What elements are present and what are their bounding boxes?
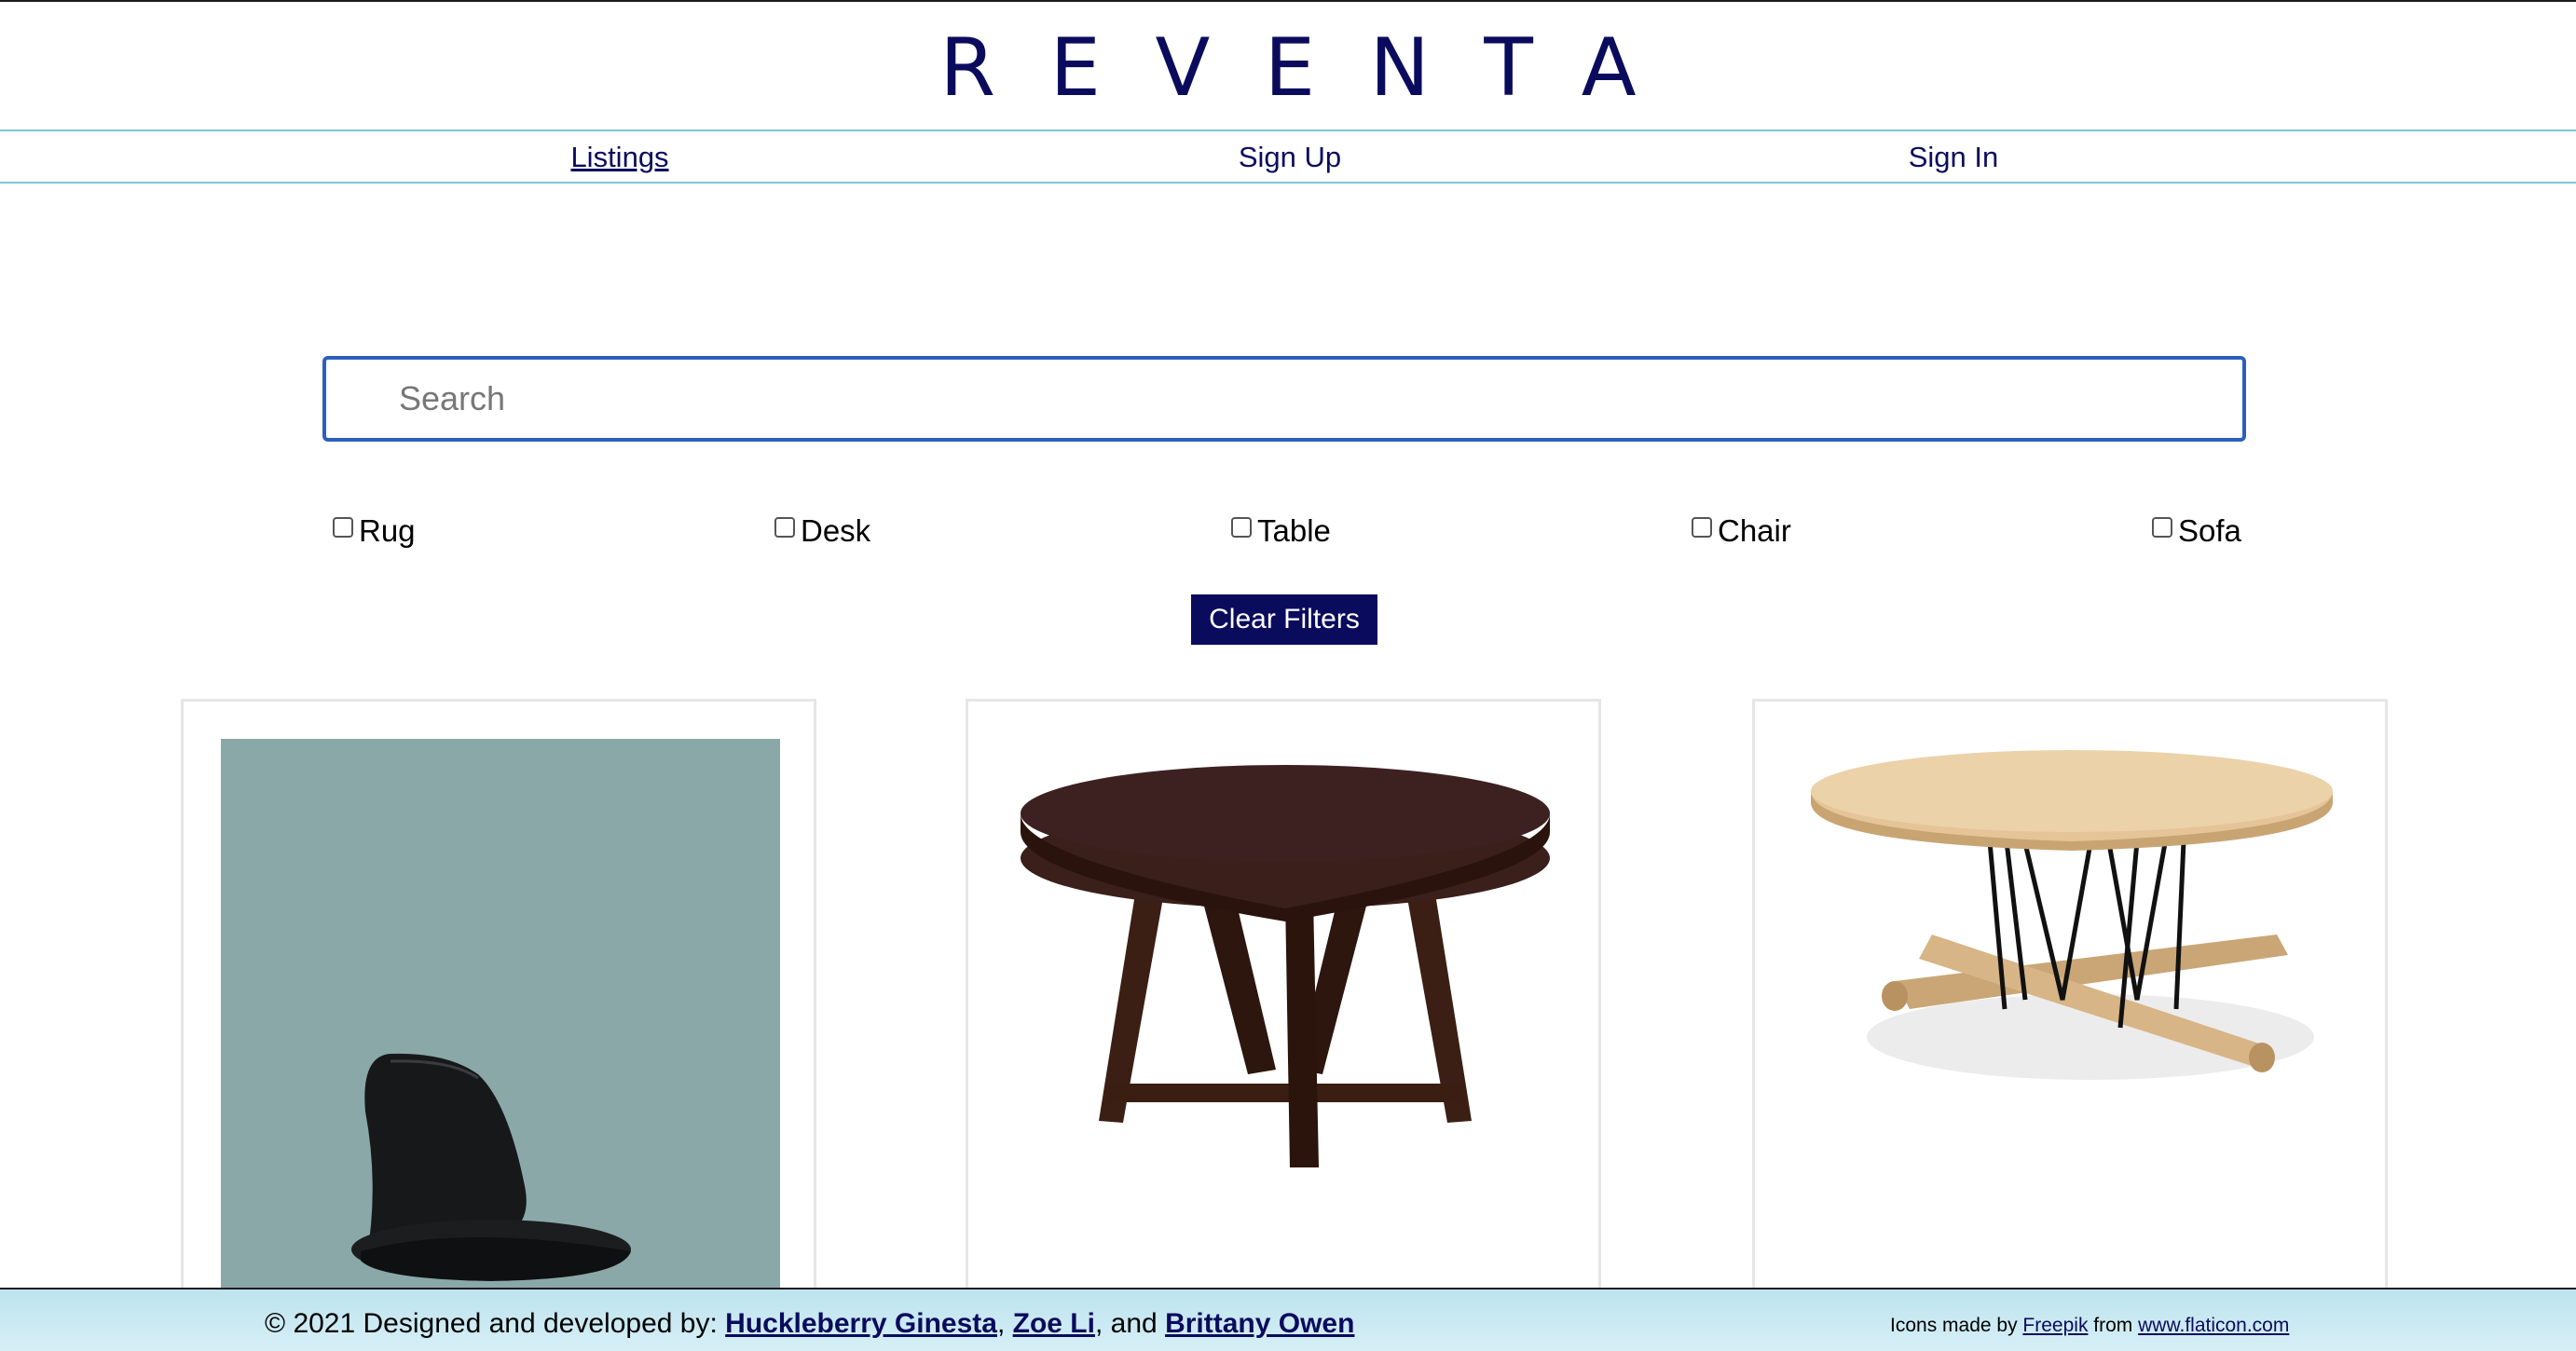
checkbox[interactable]: [1692, 517, 1712, 538]
filter-label: Chair: [1718, 513, 1791, 548]
copyright-text: © 2021 Designed and developed by:: [265, 1308, 718, 1339]
filter-label: Desk: [801, 513, 871, 548]
filter-chair[interactable]: Chair: [1692, 512, 1791, 550]
listing-card[interactable]: [1752, 699, 2388, 1351]
icons-credit: Icons made by Freepik from www.flaticon.…: [1890, 1315, 2289, 1337]
icons-credit-text: Icons made by: [1890, 1315, 2018, 1336]
author-link[interactable]: Zoe Li: [1013, 1308, 1095, 1339]
filter-label: Sofa: [2178, 513, 2241, 548]
search-input[interactable]: [322, 356, 2246, 442]
freepik-link[interactable]: Freepik: [2022, 1315, 2088, 1336]
nav-signup-link[interactable]: Sign Up: [1239, 141, 1341, 174]
author-link[interactable]: Huckleberry Ginesta: [725, 1308, 997, 1339]
site-logo-title: REVENTA: [939, 21, 1692, 115]
filter-table[interactable]: Table: [1231, 512, 1331, 550]
site-footer: © 2021 Designed and developed by: Huckle…: [0, 1288, 2576, 1351]
footer-credits: © 2021 Designed and developed by: Huckle…: [265, 1308, 1354, 1340]
flaticon-link[interactable]: www.flaticon.com: [2138, 1315, 2289, 1336]
listing-card[interactable]: [966, 699, 1601, 1351]
nav-listings-link[interactable]: Listings: [570, 141, 668, 174]
checkbox[interactable]: [774, 517, 795, 538]
listing-card[interactable]: [181, 699, 816, 1351]
coffee-table-image: [1811, 750, 2333, 1080]
filter-desk[interactable]: Desk: [774, 512, 870, 550]
black-chair-image: [221, 739, 780, 1348]
separator: , and: [1094, 1308, 1158, 1339]
filter-label: Rug: [359, 513, 416, 548]
main-nav: Listings Sign Up Sign In: [0, 130, 2576, 184]
top-rule: [0, 0, 2576, 2]
author-link[interactable]: Brittany Owen: [1165, 1308, 1354, 1339]
checkbox[interactable]: [2152, 517, 2172, 538]
filter-label: Table: [1257, 513, 1331, 548]
filter-sofa[interactable]: Sofa: [2152, 512, 2241, 550]
separator: ,: [996, 1308, 1006, 1339]
checkbox[interactable]: [333, 517, 353, 538]
filter-rug[interactable]: Rug: [333, 512, 416, 550]
nav-signin-link[interactable]: Sign In: [1909, 141, 1999, 174]
icons-credit-text: from: [2093, 1315, 2133, 1336]
checkbox[interactable]: [1231, 517, 1252, 538]
clear-filters-button[interactable]: Clear Filters: [1191, 594, 1377, 645]
round-table-image: [1021, 765, 1550, 1167]
